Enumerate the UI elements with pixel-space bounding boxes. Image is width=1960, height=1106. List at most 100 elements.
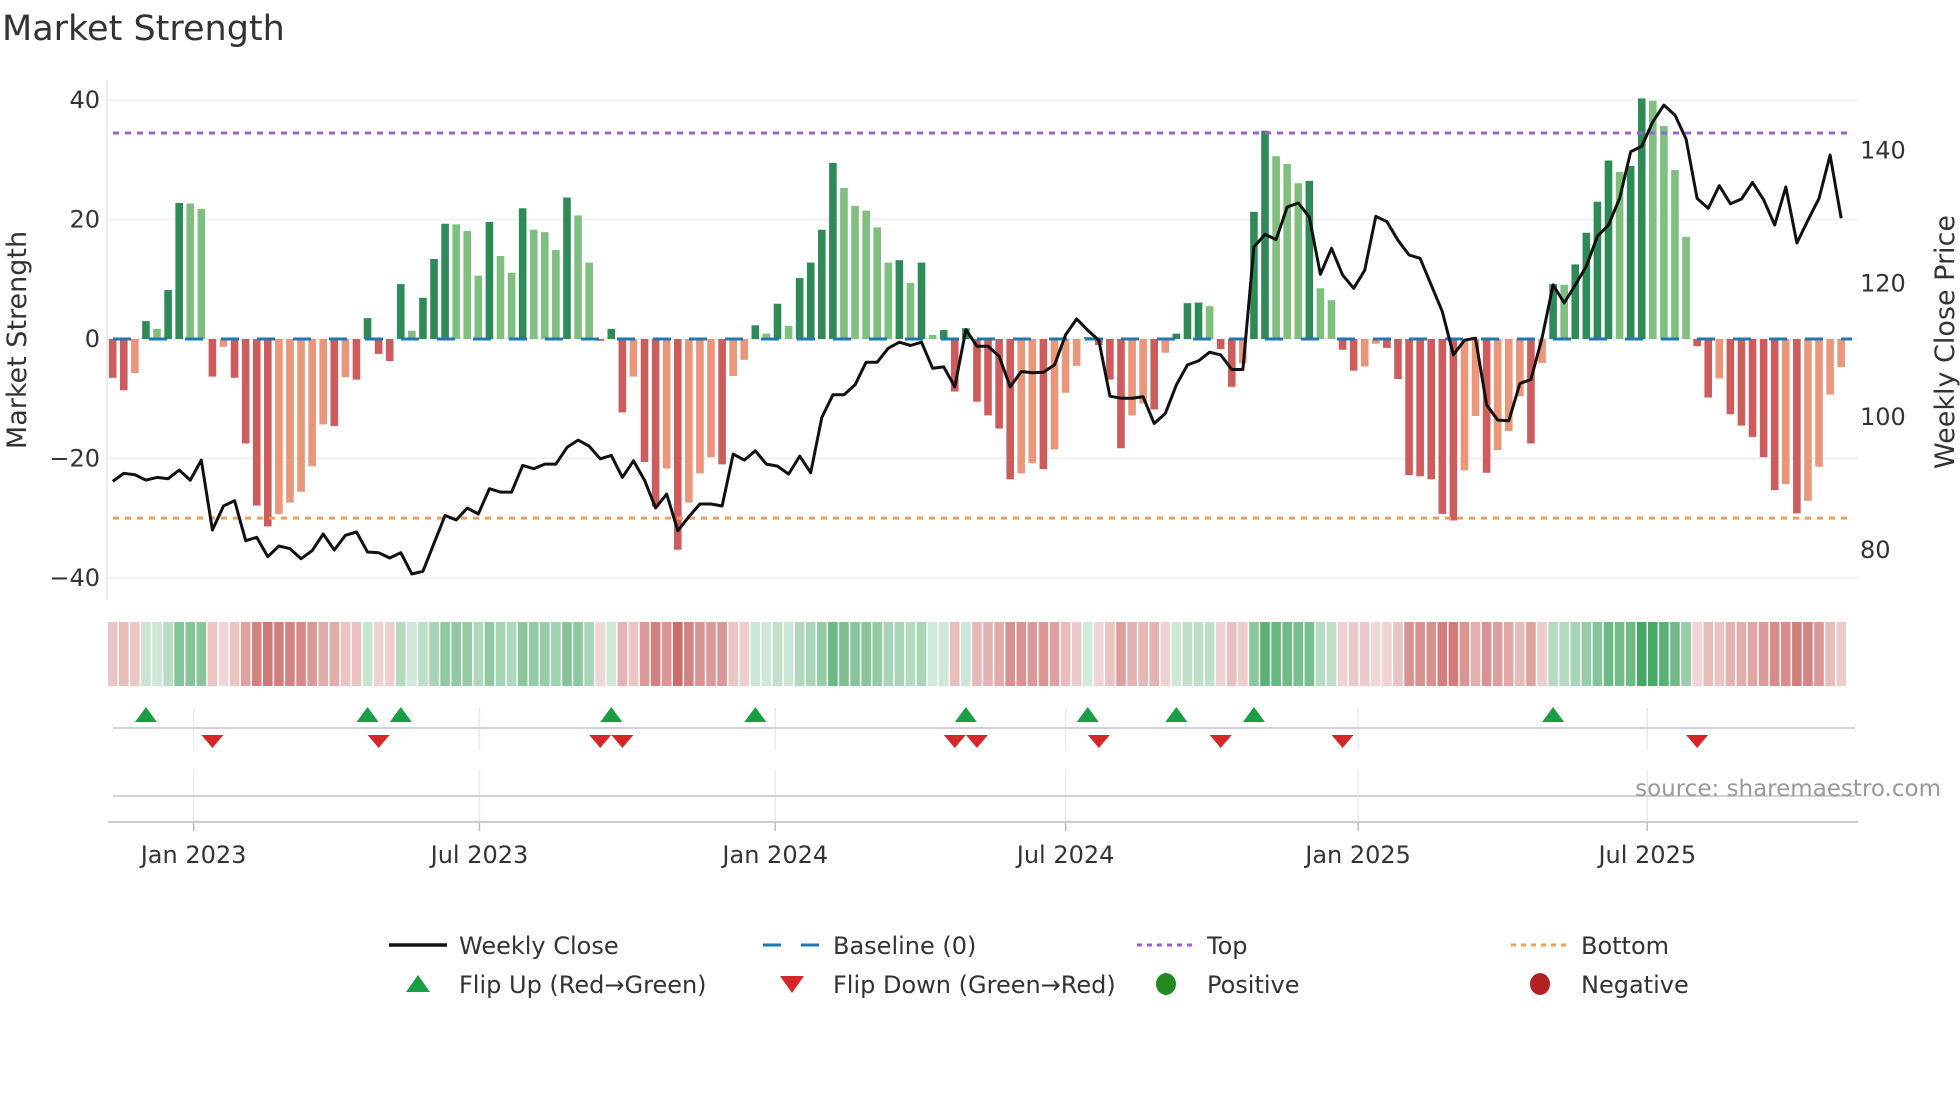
strength-bar xyxy=(1837,339,1845,368)
x-tick-label: Jul 2025 xyxy=(1596,841,1696,869)
flip-up-marker xyxy=(1542,707,1565,722)
strength-bar xyxy=(729,339,737,377)
strength-bar xyxy=(1604,160,1613,339)
strip-cell xyxy=(695,622,705,686)
strip-cell xyxy=(972,622,982,686)
strip-cell xyxy=(1238,622,1248,686)
strength-bar xyxy=(153,328,161,339)
strip-cell xyxy=(307,622,317,686)
strength-bar xyxy=(518,208,527,339)
strip-cell xyxy=(805,622,816,686)
strip-cell xyxy=(1670,622,1680,686)
strength-bar xyxy=(662,339,671,469)
strength-bar xyxy=(973,339,981,402)
legend-item: Flip Down (Green→Red) xyxy=(780,971,1116,999)
strength-bar xyxy=(1571,264,1580,339)
circle-icon xyxy=(1156,973,1176,995)
strength-bar xyxy=(264,339,272,527)
strip-cell xyxy=(1060,622,1071,686)
strength-bar xyxy=(119,339,128,391)
strength-bar xyxy=(1527,339,1535,444)
strip-cell xyxy=(1404,622,1414,686)
strength-bar xyxy=(1593,201,1602,339)
strip-cell xyxy=(1625,622,1636,686)
strip-cell xyxy=(684,622,694,686)
strip-cell xyxy=(761,622,772,686)
strength-bar xyxy=(1117,339,1125,449)
strength-bar xyxy=(1416,339,1424,477)
strength-bar xyxy=(696,339,704,474)
strip-cell xyxy=(905,622,916,686)
strength-bar xyxy=(1283,164,1291,339)
strip-cell xyxy=(1836,622,1846,686)
strength-bar xyxy=(1360,339,1369,367)
strip-cell xyxy=(949,622,960,686)
strip-cell xyxy=(418,622,428,686)
strip-cell xyxy=(1215,622,1226,686)
strength-bar xyxy=(1626,165,1635,339)
strip-cell xyxy=(1725,622,1736,686)
strength-bar xyxy=(1759,339,1768,458)
strip-cell xyxy=(1692,622,1702,686)
y-tick-label: 40 xyxy=(69,86,100,114)
strip-cell xyxy=(983,622,993,686)
strip-cell xyxy=(1249,622,1259,686)
flip-up-marker xyxy=(954,707,977,722)
strength-bar xyxy=(1039,339,1048,470)
strength-bar xyxy=(640,339,649,462)
strip-cell xyxy=(174,622,184,686)
strength-bar xyxy=(1305,180,1314,339)
strip-cell xyxy=(240,622,251,686)
source-label: source: sharemaestro.com xyxy=(1635,776,1941,802)
strength-bar xyxy=(352,339,361,380)
strength-bar xyxy=(529,229,538,339)
strength-bar xyxy=(363,318,372,339)
strength-bar xyxy=(607,328,616,339)
strip-cell xyxy=(1703,622,1714,686)
strength-bar xyxy=(385,339,394,362)
strip-cell xyxy=(152,622,162,686)
strength-bar xyxy=(1804,339,1812,501)
strength-bar xyxy=(208,339,217,377)
strip-cell xyxy=(1592,622,1603,686)
strength-bar xyxy=(1216,339,1225,350)
strength-bar xyxy=(1748,339,1757,437)
strength-bar xyxy=(197,208,206,339)
strength-bar xyxy=(1183,303,1192,339)
strength-bar xyxy=(1826,339,1834,395)
strip-cell xyxy=(1105,622,1115,686)
strength-bar xyxy=(751,325,760,339)
strength-bar xyxy=(1227,339,1236,387)
strip-cell xyxy=(362,622,373,686)
strip-cell xyxy=(1315,622,1326,686)
legend-label: Flip Down (Green→Red) xyxy=(833,971,1116,999)
strip-cell xyxy=(717,622,727,686)
legend-label: Top xyxy=(1206,932,1248,960)
strip-cell xyxy=(263,622,273,686)
strip-cell xyxy=(562,622,572,686)
flip-up-marker xyxy=(1165,707,1188,722)
strip-cell xyxy=(506,622,517,686)
strength-bar xyxy=(1139,339,1147,404)
strength-bar xyxy=(430,259,438,339)
strength-bar xyxy=(1106,339,1114,380)
strip-cell xyxy=(540,622,550,686)
y2-tick-label: 120 xyxy=(1860,270,1906,298)
x-axis: Jan 2023 Jul 2023 Jan 2024 Jul 2024 Jan 2025… xyxy=(108,821,1858,869)
strip-cell xyxy=(1260,622,1270,686)
strength-bar xyxy=(319,339,328,425)
strip-cell xyxy=(1359,622,1370,686)
strip-cell xyxy=(1171,622,1182,686)
strip-cell xyxy=(817,622,827,686)
strength-bar xyxy=(1405,339,1413,476)
strip-cell xyxy=(1282,622,1292,686)
strip-cell xyxy=(1570,622,1581,686)
strength-bar xyxy=(485,221,494,339)
strength-bar xyxy=(773,303,782,339)
legend-item: Weekly Close xyxy=(389,932,619,960)
strip-cell xyxy=(573,622,583,686)
strength-bar xyxy=(396,284,405,339)
strip-cell xyxy=(584,622,594,686)
strip-cell xyxy=(1603,622,1614,686)
strip-cell xyxy=(163,622,173,686)
